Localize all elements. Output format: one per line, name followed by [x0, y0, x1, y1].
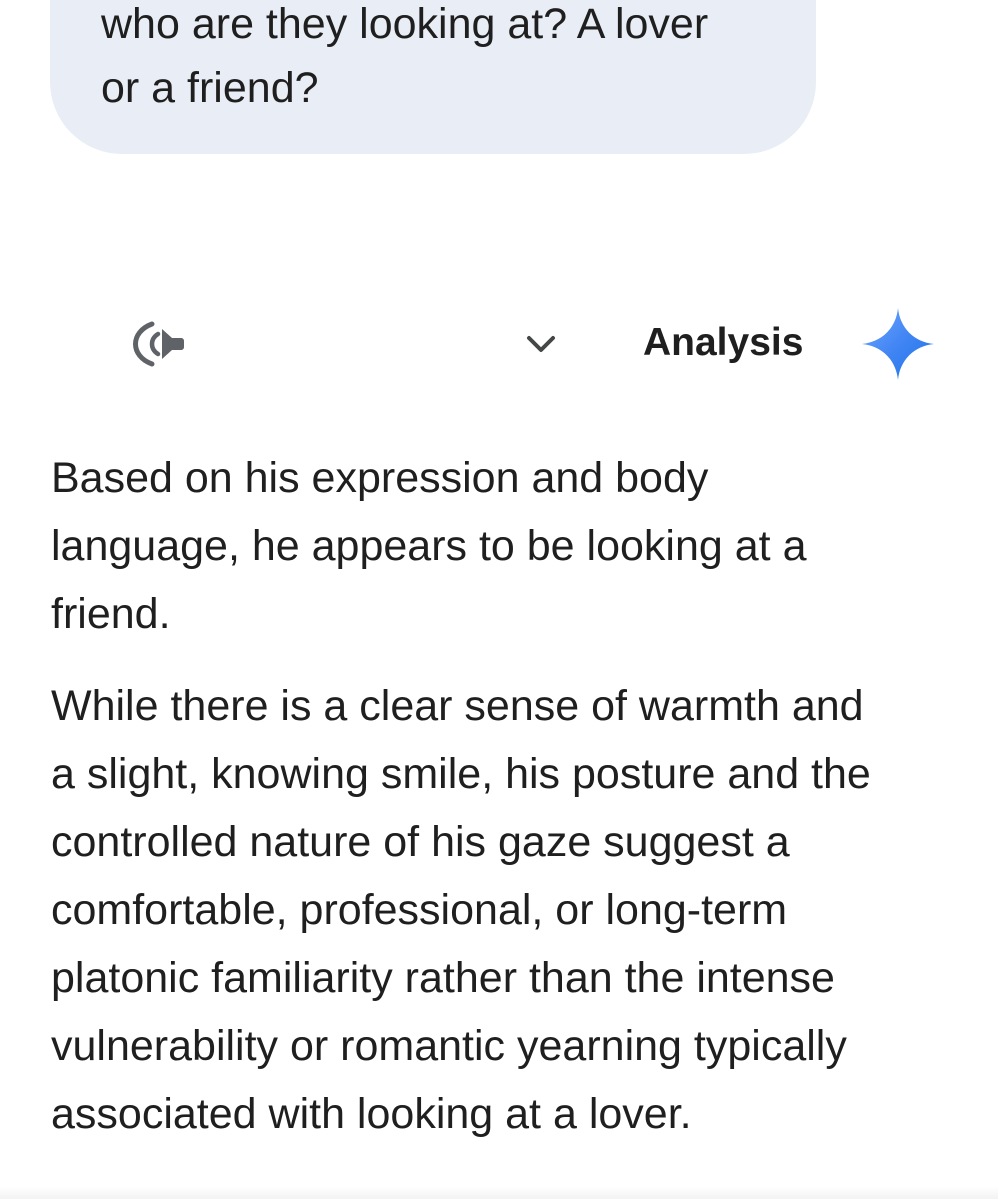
- response-line: platonic familiarity rather than the int…: [51, 954, 835, 1002]
- response-line: comfortable, professional, or long-term: [51, 886, 788, 934]
- user-prompt-bubble: who are they looking at? A lover or a fr…: [50, 0, 816, 154]
- response-line: language, he appears to be looking at a: [51, 522, 807, 570]
- response-line: friend.: [51, 590, 171, 638]
- response-line: Based on his expression and body: [51, 454, 709, 502]
- analysis-label[interactable]: Analysis: [643, 318, 803, 368]
- gemini-sparkle-icon: [862, 308, 934, 380]
- response-body: Based on his expression and body languag…: [51, 444, 951, 1148]
- user-prompt-line: or a friend?: [101, 64, 319, 112]
- bottom-edge-shadow: [0, 1187, 998, 1199]
- response-paragraph: While there is a clear sense of warmth a…: [51, 672, 951, 1148]
- response-line: vulnerability or romantic yearning typic…: [51, 1022, 847, 1070]
- response-header: Analysis: [0, 300, 998, 390]
- chevron-down-icon[interactable]: [518, 324, 564, 364]
- response-line: a slight, knowing smile, his posture and…: [51, 750, 871, 798]
- response-line: associated with looking at a lover.: [51, 1090, 692, 1138]
- response-paragraph: Based on his expression and body languag…: [51, 444, 951, 648]
- response-line: controlled nature of his gaze suggest a: [51, 818, 790, 866]
- response-line: While there is a clear sense of warmth a…: [51, 682, 864, 730]
- user-prompt-line: who are they looking at? A lover: [101, 0, 709, 48]
- speaker-wave-icon[interactable]: [124, 314, 200, 374]
